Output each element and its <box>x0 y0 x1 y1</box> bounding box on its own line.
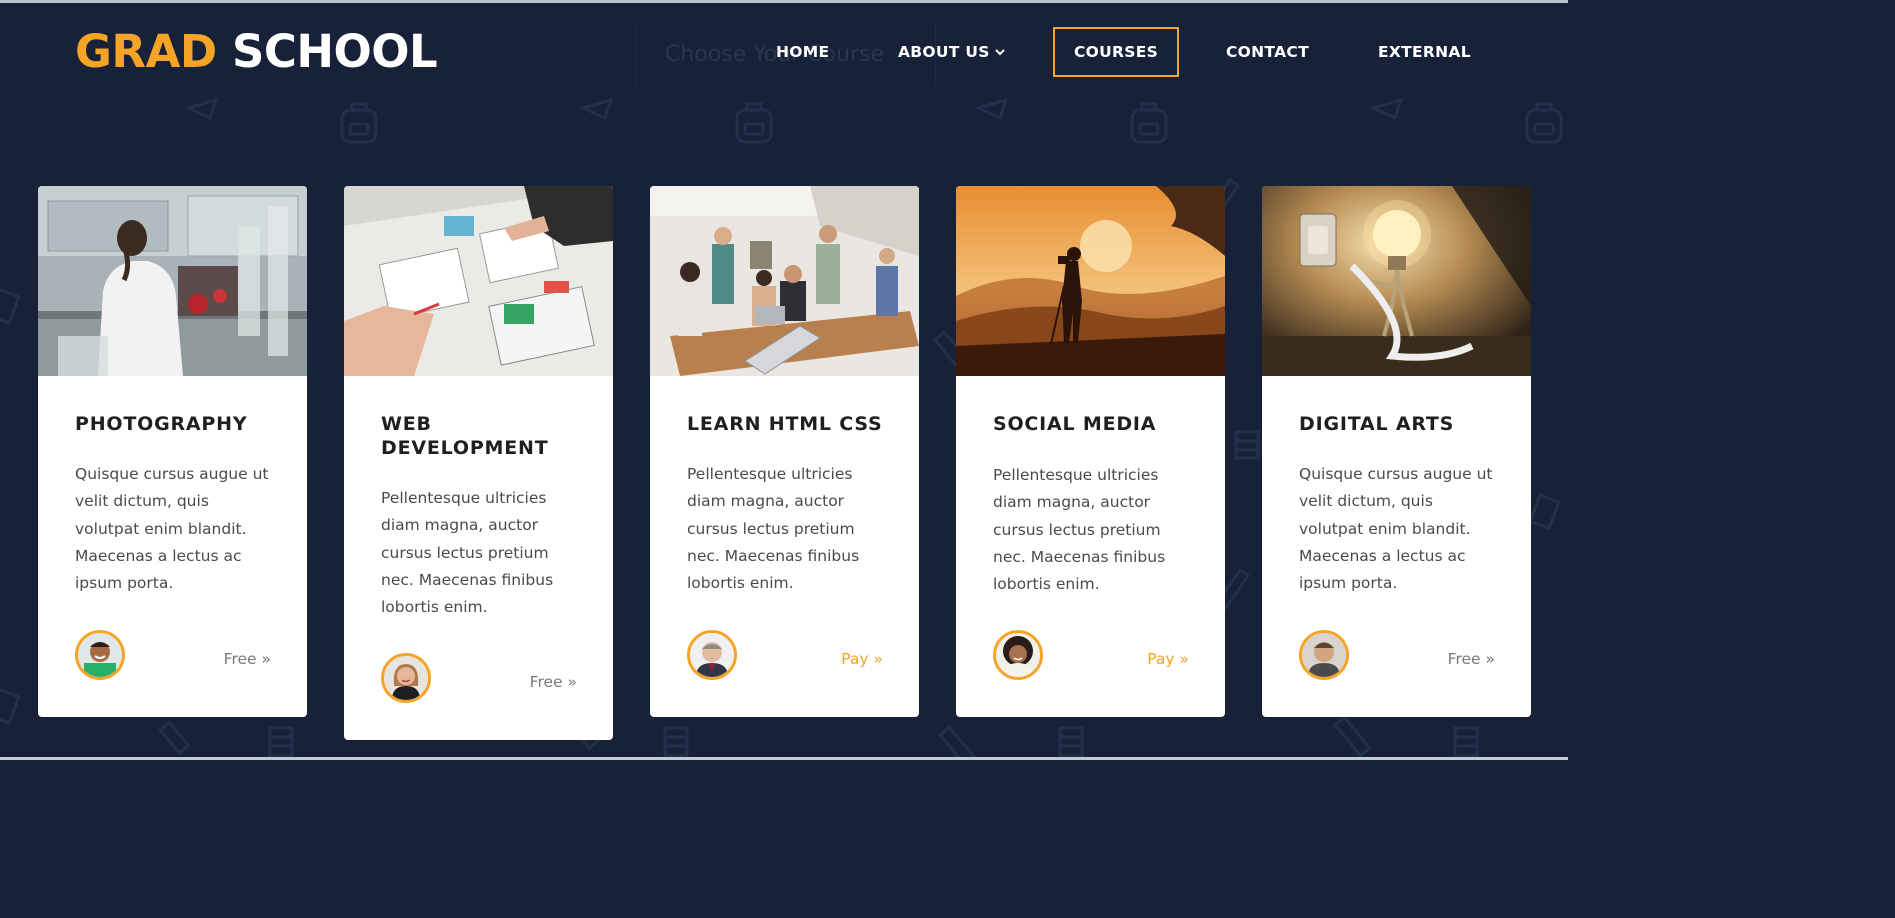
instructor-avatar <box>381 653 431 703</box>
design-sketches-image <box>344 186 613 376</box>
instructor-avatar <box>1299 630 1349 680</box>
nav-home[interactable]: HOME <box>776 27 829 77</box>
book-icon <box>0 288 21 326</box>
price-free-link[interactable]: Free » <box>224 649 271 669</box>
double-chevron-right-icon: » <box>1485 650 1495 668</box>
price-label: Pay <box>841 650 869 668</box>
nav-courses[interactable]: COURSES <box>1053 27 1180 77</box>
site-logo[interactable]: GRAD SCHOOL <box>75 25 438 78</box>
window-bottom-border <box>0 757 1568 760</box>
ruler-icon <box>1332 715 1373 758</box>
ruler-icon <box>157 720 191 756</box>
book-icon <box>1058 726 1084 758</box>
price-pay-link[interactable]: Pay » <box>1147 649 1189 669</box>
course-title: PHOTOGRAPHY <box>75 413 248 435</box>
backpack-icon <box>1130 102 1168 144</box>
ruler-icon <box>937 725 978 760</box>
backpack-icon <box>735 102 773 144</box>
price-free-link[interactable]: Free » <box>1448 649 1495 669</box>
course-card-photography[interactable]: PHOTOGRAPHY Quisque cursus augue ut veli… <box>38 186 307 717</box>
course-card-learn-html-css[interactable]: LEARN HTML CSS Pellentesque ultricies di… <box>650 186 919 717</box>
paper-plane-icon <box>183 97 219 121</box>
nav-external[interactable]: EXTERNAL <box>1378 27 1471 77</box>
nav-about-us[interactable]: ABOUT US <box>898 27 1005 77</box>
book-icon <box>1528 493 1561 531</box>
course-card-web-development[interactable]: WEB DEVELOPMENT Pellentesque ultricies d… <box>344 186 613 740</box>
paper-plane-icon <box>578 97 614 121</box>
double-chevron-right-icon: » <box>567 673 577 691</box>
paper-plane-icon <box>1368 97 1404 121</box>
instructor-avatar <box>993 630 1043 680</box>
course-description: Quisque cursus augue ut velit dictum, qu… <box>75 465 269 593</box>
double-chevron-right-icon: » <box>873 650 883 668</box>
paper-plane-icon <box>973 97 1009 121</box>
chevron-down-icon <box>994 49 1005 56</box>
double-chevron-right-icon: » <box>261 650 271 668</box>
course-description: Pellentesque ultricies diam magna, aucto… <box>687 465 860 593</box>
lab-scientist-image <box>38 186 307 376</box>
instructor-avatar <box>687 630 737 680</box>
course-card-digital-arts[interactable]: DIGITAL ARTS Quisque cursus augue ut vel… <box>1262 186 1531 717</box>
instructor-avatar <box>75 630 125 680</box>
course-title: LEARN HTML CSS <box>687 413 883 435</box>
logo-accent-text: GRAD <box>75 25 217 78</box>
book-icon <box>268 726 294 758</box>
price-pay-link[interactable]: Pay » <box>841 649 883 669</box>
course-description: Quisque cursus augue ut velit dictum, qu… <box>1299 465 1493 593</box>
backpack-icon <box>340 102 378 144</box>
double-chevron-right-icon: » <box>1179 650 1189 668</box>
course-title: DIGITAL ARTS <box>1299 413 1455 435</box>
book-icon <box>663 726 689 758</box>
price-label: Pay <box>1147 650 1175 668</box>
logo-main-text: SCHOOL <box>231 25 438 78</box>
course-card-social-media[interactable]: SOCIAL MEDIA Pellentesque ultricies diam… <box>956 186 1225 717</box>
price-label: Free <box>223 650 257 668</box>
backpack-icon <box>1525 102 1563 144</box>
price-label: Free <box>1447 650 1481 668</box>
team-meeting-image <box>650 186 919 376</box>
course-description: Pellentesque ultricies diam magna, aucto… <box>381 489 554 617</box>
nav-about-us-label: ABOUT US <box>898 43 990 61</box>
sunset-photographer-image <box>956 186 1225 376</box>
book-icon <box>1234 430 1260 460</box>
lightbulb-figure-image <box>1262 186 1531 376</box>
book-icon <box>0 688 21 726</box>
book-icon <box>1453 726 1479 758</box>
course-title: SOCIAL MEDIA <box>993 413 1157 435</box>
course-description: Pellentesque ultricies diam magna, aucto… <box>993 466 1166 594</box>
nav-contact[interactable]: CONTACT <box>1226 27 1309 77</box>
price-free-link[interactable]: Free » <box>530 672 577 692</box>
course-title: WEB DEVELOPMENT <box>381 413 549 459</box>
price-label: Free <box>529 673 563 691</box>
